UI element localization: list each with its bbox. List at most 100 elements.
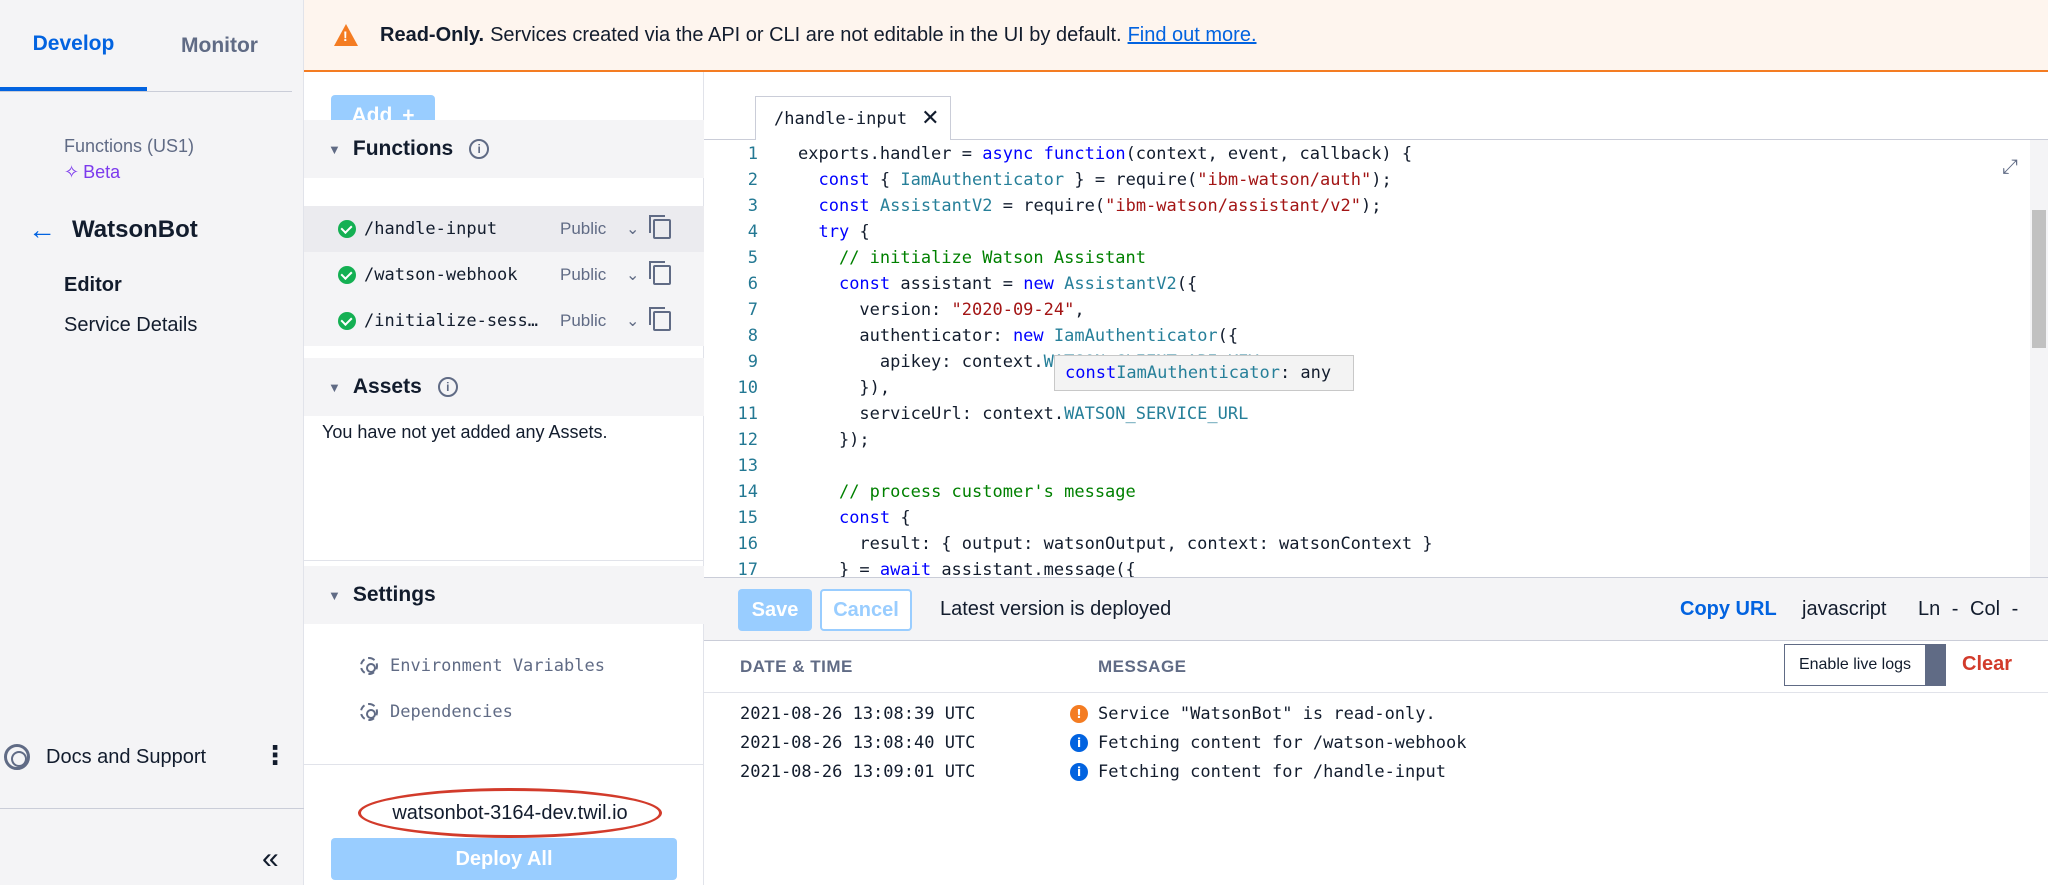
copy-icon[interactable] (649, 261, 672, 285)
log-message: Service "WatsonBot" is read-only. (1098, 704, 1436, 724)
code-line: 17 } = await assistant.message({ (704, 557, 2004, 577)
save-button[interactable]: Save (738, 589, 812, 631)
file-tab-label: /handle-input (774, 108, 908, 129)
copy-icon[interactable] (649, 215, 672, 239)
settings-header[interactable]: ▼ Settings (304, 566, 704, 624)
code-line: 9 apikey: context.WATSON_CLIENT_API_KEY (704, 349, 2004, 375)
log-row: 2021-08-26 13:09:01 UTC i Fetching conte… (740, 758, 1446, 786)
log-row: 2021-08-26 13:08:40 UTC i Fetching conte… (740, 729, 1466, 757)
functions-header[interactable]: ▼ Functions i (304, 120, 704, 178)
chevron-down-icon[interactable]: ⌄ (626, 219, 639, 239)
warning-icon (334, 24, 358, 46)
live-logs-toggle[interactable] (1926, 644, 1946, 686)
line-number: 10 (737, 378, 758, 398)
line-number: 14 (737, 482, 758, 502)
tooltip-type: : any (1279, 363, 1332, 383)
beta-badge: ✧ Beta (64, 162, 120, 183)
line-number: 1 (747, 144, 758, 164)
editor-scrollbar[interactable] (2030, 140, 2048, 577)
copy-icon[interactable] (649, 307, 672, 331)
line-number: 7 (747, 300, 758, 320)
functions-list: /handle-input Public ⌄ /watson-webhook P… (304, 206, 704, 346)
kebab-menu-icon[interactable]: ⋮ (262, 740, 288, 771)
scrollbar-thumb[interactable] (2032, 210, 2046, 348)
code-line: 6 const assistant = new AssistantV2({ (704, 271, 2004, 297)
warning-icon: ! (1070, 705, 1088, 723)
code-editor[interactable]: 1 exports.handler = async function(contex… (704, 139, 2048, 577)
function-item[interactable]: /handle-input Public ⌄ (304, 206, 704, 252)
line-number: 11 (737, 404, 758, 424)
main-tabs: Develop Monitor (0, 0, 292, 92)
file-tab-handle-input[interactable]: /handle-input ✕ (755, 96, 951, 140)
code-line: 3 const AssistantV2 = require("ibm-watso… (704, 193, 2004, 219)
resource-panel: Add + ▼ Functions i /handle-input Public… (304, 72, 704, 885)
assets-title: Assets (352, 375, 422, 398)
banner-bold: Read-Only. (380, 23, 485, 46)
nav-editor[interactable]: Editor (64, 274, 122, 297)
code-line: 5 // initialize Watson Assistant (704, 245, 2004, 271)
code-line: 1 exports.handler = async function(contex… (704, 141, 2004, 167)
deploy-status: Latest version is deployed (940, 598, 1172, 620)
service-name: WatsonBot (72, 216, 198, 243)
editor-toolbar: Save Cancel Latest version is deployed C… (704, 577, 2048, 641)
line-number: 13 (737, 456, 758, 476)
setting-label: Environment Variables (390, 656, 605, 676)
line-number: 12 (737, 430, 758, 450)
setting-label: Dependencies (390, 702, 513, 722)
docs-and-support[interactable]: Docs and Support ⋮ (4, 740, 296, 770)
line-number: 8 (747, 326, 758, 346)
settings-title: Settings (352, 583, 436, 606)
info-icon[interactable]: i (437, 377, 458, 397)
back-arrow-icon[interactable]: ← (28, 216, 56, 244)
find-out-more-link[interactable]: Find out more. (1128, 24, 1257, 47)
caret-down-icon: ▼ (328, 587, 341, 603)
function-visibility: Public (560, 265, 607, 284)
service-domain: watsonbot-3164-dev.twil.io (358, 788, 662, 838)
left-sidebar: Develop Monitor Functions (US1) ✧ Beta ←… (0, 0, 304, 885)
function-visibility: Public (560, 219, 607, 238)
close-icon[interactable]: ✕ (921, 106, 939, 131)
assets-empty-message: You have not yet added any Assets. (322, 422, 608, 442)
log-date: 2021-08-26 13:08:39 UTC (740, 704, 976, 724)
tab-monitor[interactable]: Monitor (147, 0, 292, 92)
beta-label: Beta (83, 162, 121, 182)
function-visibility: Public (560, 311, 607, 330)
banner-text: Services created via the API or CLI are … (490, 23, 1122, 46)
function-path: /watson-webhook (364, 265, 518, 285)
clear-logs-button[interactable]: Clear (1962, 653, 2012, 676)
cancel-button[interactable]: Cancel (820, 589, 912, 631)
function-item[interactable]: /watson-webhook Public ⌄ (304, 252, 704, 298)
info-icon: i (1070, 734, 1088, 752)
assets-header[interactable]: ▼ Assets i (304, 358, 704, 416)
chevron-down-icon[interactable]: ⌄ (626, 311, 639, 331)
line-number: 9 (747, 352, 758, 372)
function-item[interactable]: /initialize-sess… Public ⌄ (304, 298, 704, 344)
deploy-all-button[interactable]: Deploy All (331, 838, 677, 880)
service-subtitle: Functions (US1) (64, 136, 195, 156)
lifebuoy-icon (4, 744, 30, 770)
environment-variables-link[interactable]: Environment Variables (360, 656, 605, 676)
log-message: Fetching content for /watson-webhook (1098, 733, 1467, 753)
chevron-down-icon[interactable]: ⌄ (626, 265, 639, 285)
cursor-position: Ln - Col - (1918, 598, 2019, 620)
code-line: 13 (704, 453, 2004, 479)
code-line: 12 }); (704, 427, 2004, 453)
code-line: 16 result: { output: watsonOutput, conte… (704, 531, 2004, 557)
nav-service-details[interactable]: Service Details (64, 314, 197, 337)
sidebar-divider (0, 808, 304, 809)
info-icon[interactable]: i (469, 139, 490, 159)
expand-icon[interactable]: ⤢ (2002, 156, 2018, 179)
hover-tooltip: const IamAuthenticator: any (1054, 355, 1354, 391)
tab-develop[interactable]: Develop (0, 0, 147, 91)
app-root: Develop Monitor Functions (US1) ✧ Beta ←… (0, 0, 2048, 885)
code-line: 2 const { IamAuthenticator } = require("… (704, 167, 2004, 193)
log-date: 2021-08-26 13:09:01 UTC (740, 762, 976, 782)
dependencies-link[interactable]: Dependencies (360, 702, 513, 722)
collapse-sidebar-icon[interactable]: « (262, 842, 279, 876)
line-number: 4 (747, 222, 758, 242)
editor-area: /handle-input ✕ 1 exports.handler = async… (704, 72, 2048, 885)
docs-label: Docs and Support (46, 745, 207, 768)
enable-live-logs-button[interactable]: Enable live logs (1784, 644, 1926, 686)
copy-url-button[interactable]: Copy URL (1680, 598, 1777, 621)
line-number: 16 (737, 534, 758, 554)
